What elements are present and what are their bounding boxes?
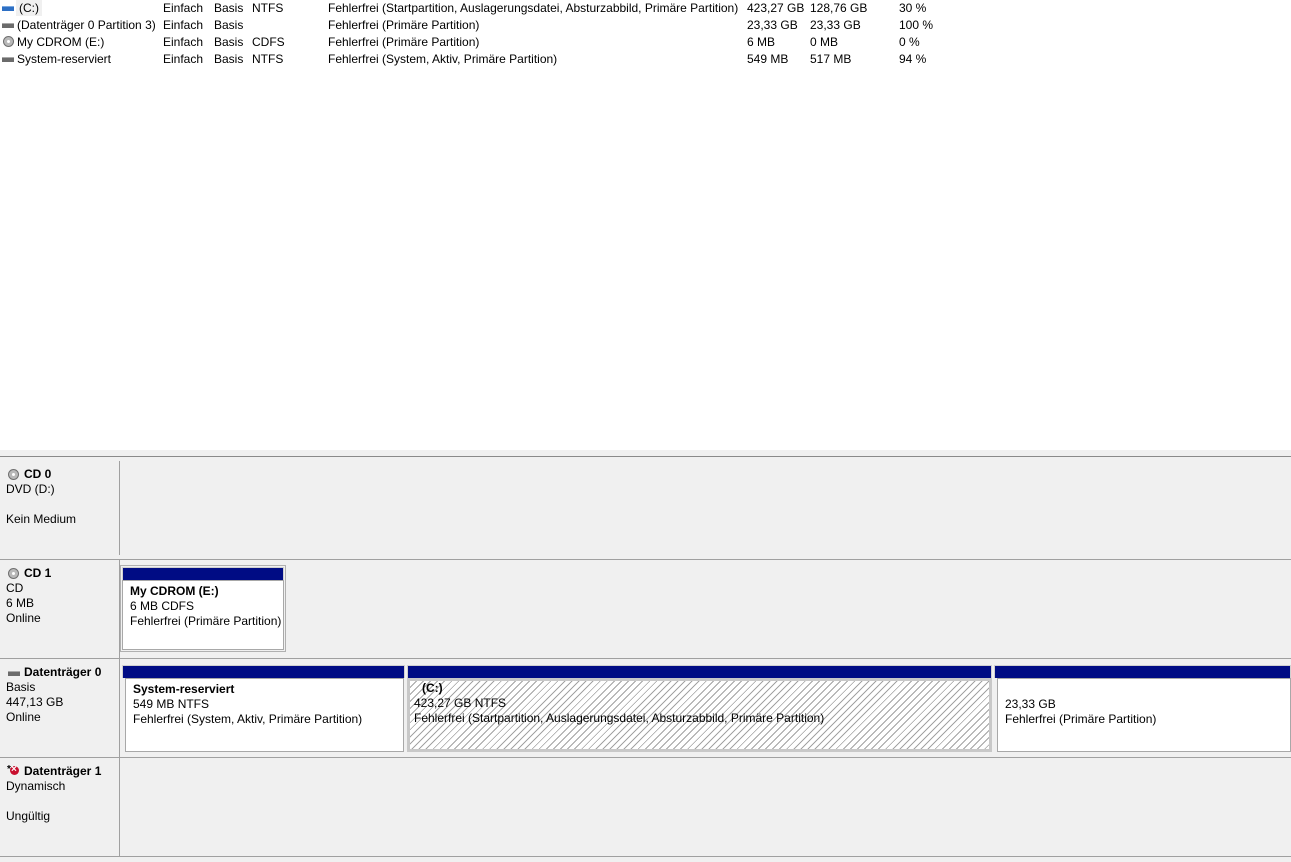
disk-label-disk0[interactable]: Datenträger 0 Basis 447,13 GB Online: [0, 659, 120, 757]
disk-type: Dynamisch: [6, 779, 66, 793]
partition-bar: [122, 567, 284, 580]
drive-icon: [1, 19, 15, 31]
volume-free-space: 517 MB: [810, 52, 852, 66]
disk-title: Datenträger 0: [24, 665, 102, 679]
partition-c[interactable]: (C:) 423,27 GB NTFS Fehlerfrei (Startpar…: [407, 665, 992, 752]
disk-status: Online: [6, 611, 41, 625]
pane-splitter[interactable]: [0, 450, 1291, 457]
partition-body: 23,33 GB Fehlerfrei (Primäre Partition): [997, 678, 1291, 752]
partition-status: Fehlerfrei (Startpartition, Auslagerungs…: [414, 711, 825, 725]
disk-status: Online: [6, 710, 41, 724]
volume-layout: Einfach: [163, 35, 204, 49]
volume-name: (Datenträger 0 Partition 3): [17, 18, 156, 32]
volume-row-system-reserved[interactable]: System-reserviert Einfach Basis NTFS Feh…: [0, 51, 1291, 68]
partition-body: My CDROM (E:) 6 MB CDFS Fehlerfrei (Prim…: [122, 580, 284, 650]
volume-layout: Einfach: [163, 52, 204, 66]
partition-title: My CDROM (E:): [130, 584, 219, 598]
volume-row-c[interactable]: (C:) Einfach Basis NTFS Fehlerfrei (Star…: [0, 0, 1291, 17]
volume-status: Fehlerfrei (Primäre Partition): [328, 18, 480, 32]
volume-row-e[interactable]: My CDROM (E:) Einfach Basis CDFS Fehlerf…: [0, 34, 1291, 51]
volume-status: Fehlerfrei (Primäre Partition): [328, 35, 480, 49]
volume-type: Basis: [214, 18, 244, 32]
volume-filesystem: NTFS: [252, 1, 284, 15]
disk-label-cd0[interactable]: CD 0 DVD (D:) Kein Medium: [0, 461, 120, 555]
disk-title: CD 1: [24, 566, 52, 580]
disk-title: Datenträger 1: [24, 764, 102, 778]
blue-drive-icon: [1, 2, 15, 14]
volume-layout: Einfach: [163, 1, 204, 15]
volume-percent-free: 30 %: [899, 1, 927, 15]
volume-name: My CDROM (E:): [17, 35, 105, 49]
disk-label-cd1[interactable]: CD 1 CD 6 MB Online: [0, 560, 120, 658]
disk-row-cd1: CD 1 CD 6 MB Online My CDROM (E:) 6 MB C…: [0, 560, 1291, 658]
partition-3[interactable]: 23,33 GB Fehlerfrei (Primäre Partition): [994, 665, 1291, 752]
volume-free-space: 23,33 GB: [810, 18, 861, 32]
disk-type: CD: [6, 581, 24, 595]
disk-row-cd0: CD 0 DVD (D:) Kein Medium: [0, 457, 1291, 559]
partition-title: System-reserviert: [133, 682, 235, 696]
volume-layout: Einfach: [163, 18, 204, 32]
volume-list: (C:) Einfach Basis NTFS Fehlerfrei (Star…: [0, 0, 1291, 450]
partition-system-reserved[interactable]: System-reserviert 549 MB NTFS Fehlerfrei…: [122, 665, 405, 752]
partition-size: 549 MB NTFS: [133, 697, 210, 711]
disk-title: CD 0: [24, 467, 52, 481]
partition-status: Fehlerfrei (Primäre Partition): [130, 614, 282, 628]
volume-capacity: 423,27 GB: [747, 1, 805, 15]
disk-label-disk1[interactable]: *Datenträger 1 Dynamisch Ungültig: [0, 758, 120, 856]
partition-title: (C:): [422, 681, 443, 695]
row-separator: [0, 856, 1291, 857]
volume-percent-free: 94 %: [899, 52, 927, 66]
volume-filesystem: CDFS: [252, 35, 285, 49]
drive-icon: [1, 53, 15, 65]
disk-row-disk1: *Datenträger 1 Dynamisch Ungültig: [0, 758, 1291, 856]
disk-type: DVD (D:): [6, 482, 55, 496]
volume-type: Basis: [214, 52, 244, 66]
partition-size: 423,27 GB NTFS: [414, 696, 507, 710]
partition-my-cdrom[interactable]: My CDROM (E:) 6 MB CDFS Fehlerfrei (Prim…: [120, 565, 286, 652]
partition-body: (C:) 423,27 GB NTFS Fehlerfrei (Startpar…: [407, 678, 992, 752]
partition-body: System-reserviert 549 MB NTFS Fehlerfrei…: [125, 678, 404, 752]
volume-free-space: 128,76 GB: [810, 1, 868, 15]
volume-type: Basis: [214, 35, 244, 49]
volume-name: (C:): [16, 0, 42, 16]
volume-type: Basis: [214, 1, 244, 15]
partition-bar: [407, 665, 992, 678]
disk-size: [6, 497, 119, 512]
partition-status: Fehlerfrei (System, Aktiv, Primäre Parti…: [133, 712, 363, 726]
volume-capacity: 6 MB: [747, 35, 776, 49]
disk-graphical-view: CD 0 DVD (D:) Kein Medium CD 1 CD 6 MB O…: [0, 457, 1291, 862]
volume-capacity: 23,33 GB: [747, 18, 798, 32]
disk-size: 6 MB: [6, 596, 35, 610]
volume-free-space: 0 MB: [810, 35, 839, 49]
partition-status: Fehlerfrei (Primäre Partition): [1005, 712, 1157, 726]
volume-name: System-reserviert: [17, 52, 112, 66]
volume-status: Fehlerfrei (System, Aktiv, Primäre Parti…: [328, 52, 558, 66]
disk-size: [6, 794, 119, 809]
partition-size: 6 MB CDFS: [130, 599, 195, 613]
partition-bar: [122, 665, 405, 678]
partition-bar: [994, 665, 1291, 678]
partition-size: 23,33 GB: [1005, 697, 1056, 711]
disk-row-disk0: Datenträger 0 Basis 447,13 GB Online Sys…: [0, 659, 1291, 757]
volume-capacity: 549 MB: [747, 52, 789, 66]
volume-filesystem: NTFS: [252, 52, 284, 66]
volume-status: Fehlerfrei (Startpartition, Auslagerungs…: [328, 1, 739, 15]
disk-type: Basis: [6, 680, 36, 694]
disk-status: Kein Medium: [6, 512, 77, 526]
disk-size: 447,13 GB: [6, 695, 64, 709]
volume-percent-free: 100 %: [899, 18, 934, 32]
disk-status: Ungültig: [6, 809, 51, 823]
cd-icon: [1, 36, 15, 48]
volume-percent-free: 0 %: [899, 35, 920, 49]
volume-row-partition3[interactable]: (Datenträger 0 Partition 3) Einfach Basi…: [0, 17, 1291, 34]
